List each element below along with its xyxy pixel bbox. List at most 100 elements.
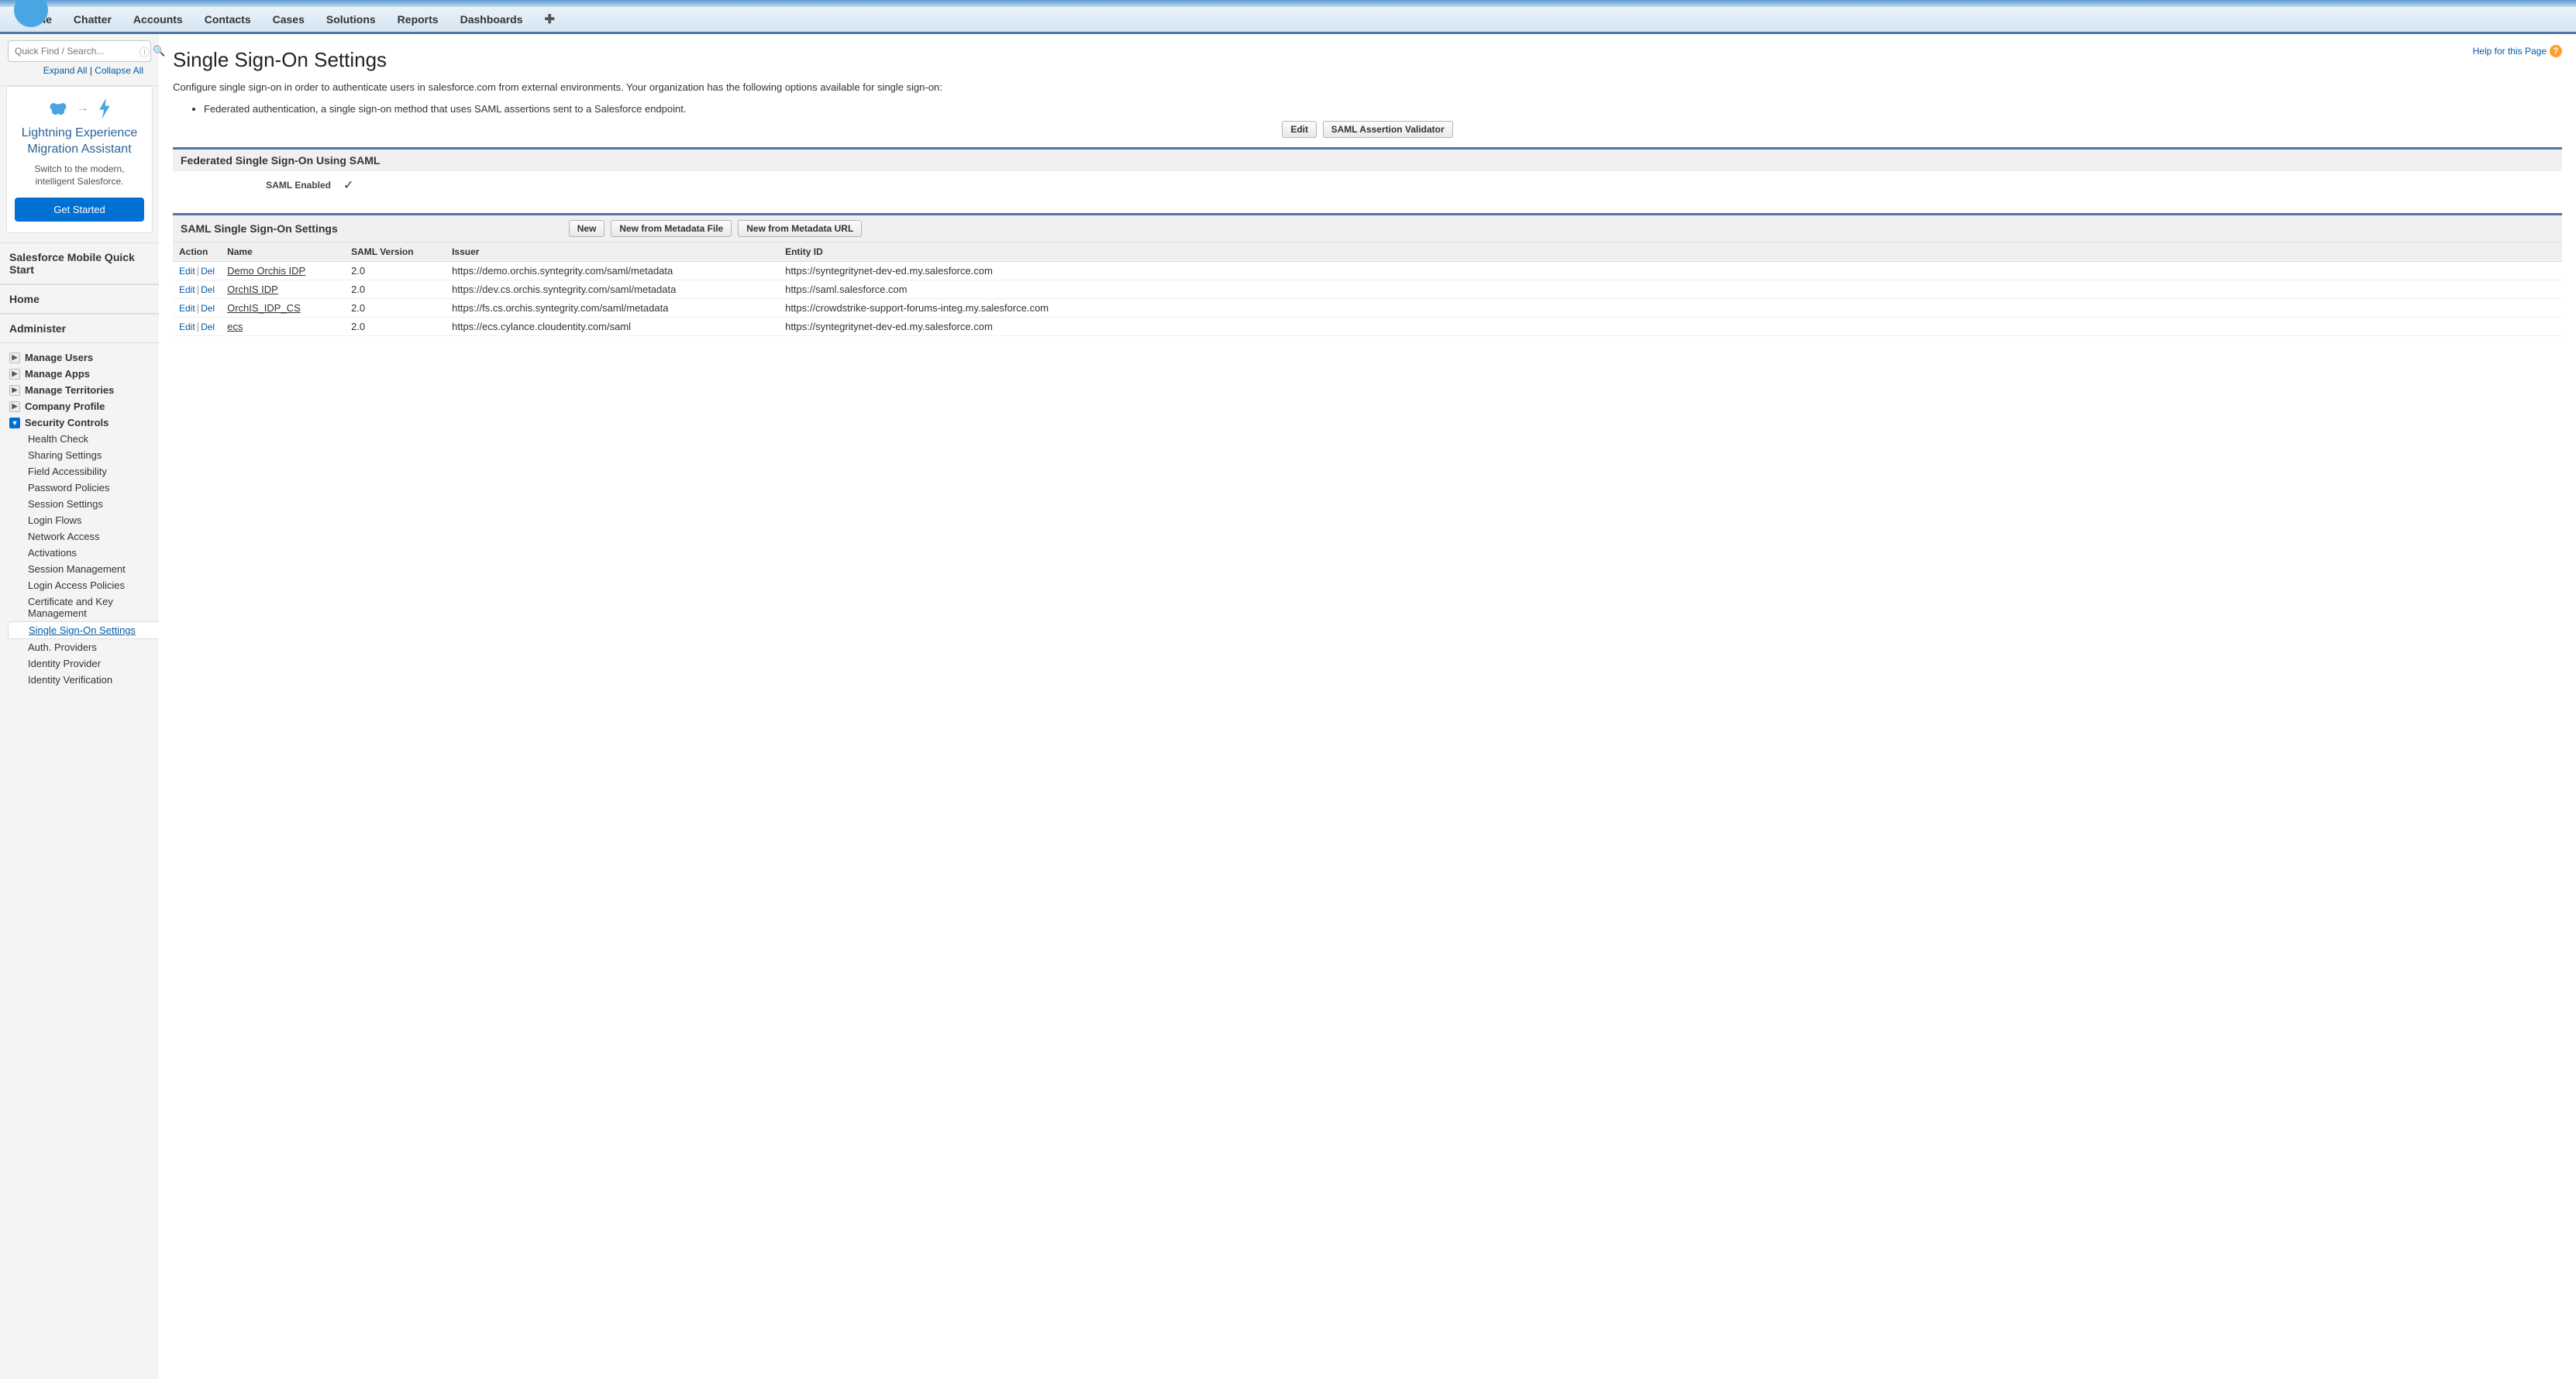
nav-identity-verification[interactable]: Identity Verification: [28, 672, 159, 688]
col-entity: Entity ID: [779, 242, 2562, 262]
nav-health-check[interactable]: Health Check: [28, 431, 159, 447]
tab-accounts[interactable]: Accounts: [122, 7, 194, 32]
row-edit-link[interactable]: Edit: [179, 266, 195, 277]
sidebar-home[interactable]: Home: [0, 284, 159, 314]
row-del-link[interactable]: Del: [201, 322, 215, 332]
row-entity: https://crowdstrike-support-forums-integ…: [779, 299, 2562, 318]
tree-manage-users[interactable]: ▶Manage Users: [0, 349, 159, 366]
row-issuer: https://fs.cs.orchis.syntegrity.com/saml…: [446, 299, 779, 318]
nav-identity-provider[interactable]: Identity Provider: [28, 655, 159, 672]
intro-bullet: Federated authentication, a single sign-…: [204, 103, 2562, 115]
col-issuer: Issuer: [446, 242, 779, 262]
new-from-file-button[interactable]: New from Metadata File: [611, 220, 732, 237]
get-started-button[interactable]: Get Started: [15, 198, 144, 222]
federated-section: Federated Single Sign-On Using SAML SAML…: [173, 147, 2562, 199]
new-from-url-button[interactable]: New from Metadata URL: [738, 220, 862, 237]
table-row: Edit|DelOrchIS IDP2.0https://dev.cs.orch…: [173, 280, 2562, 299]
top-nav-tabs: Home Chatter Accounts Contacts Cases Sol…: [0, 6, 2576, 34]
migration-card: → Lightning Experience Migration Assista…: [6, 86, 153, 233]
mobile-quick-start[interactable]: Salesforce Mobile Quick Start: [0, 242, 159, 284]
disclosure-icon: ▶: [9, 401, 20, 412]
tab-chatter[interactable]: Chatter: [63, 7, 122, 32]
tree-manage-apps[interactable]: ▶Manage Apps: [0, 366, 159, 382]
arrow-icon: →: [77, 101, 89, 115]
nav-field-accessibility[interactable]: Field Accessibility: [28, 463, 159, 480]
row-name-link[interactable]: OrchIS_IDP_CS: [227, 302, 301, 314]
federated-heading: Federated Single Sign-On Using SAML: [173, 150, 2562, 171]
row-name-link[interactable]: ecs: [227, 321, 243, 332]
row-issuer: https://ecs.cylance.cloudentity.com/saml: [446, 318, 779, 336]
row-entity: https://syntegritynet-dev-ed.my.salesfor…: [779, 318, 2562, 336]
tree-security-controls[interactable]: ▼Security Controls: [0, 414, 159, 431]
tab-solutions[interactable]: Solutions: [315, 7, 387, 32]
classic-cloud-icon: [47, 98, 69, 119]
row-version: 2.0: [345, 262, 446, 280]
new-button[interactable]: New: [569, 220, 605, 237]
check-icon: ✓: [343, 177, 353, 193]
disclosure-icon: ▶: [9, 369, 20, 380]
table-row: Edit|DelDemo Orchis IDP2.0https://demo.o…: [173, 262, 2562, 280]
search-input[interactable]: [12, 43, 138, 60]
edit-button[interactable]: Edit: [1282, 121, 1317, 138]
table-row: Edit|DelOrchIS_IDP_CS2.0https://fs.cs.or…: [173, 299, 2562, 318]
tab-reports[interactable]: Reports: [387, 7, 449, 32]
nav-auth-providers[interactable]: Auth. Providers: [28, 639, 159, 655]
nav-cert-key-management[interactable]: Certificate and Key Management: [28, 593, 159, 621]
nav-sharing-settings[interactable]: Sharing Settings: [28, 447, 159, 463]
saml-settings-heading: SAML Single Sign-On Settings: [181, 222, 338, 235]
lightning-icon: [97, 98, 112, 119]
row-version: 2.0: [345, 299, 446, 318]
row-edit-link[interactable]: Edit: [179, 303, 195, 314]
nav-session-management[interactable]: Session Management: [28, 561, 159, 577]
row-name-link[interactable]: Demo Orchis IDP: [227, 265, 305, 277]
tab-cases[interactable]: Cases: [262, 7, 315, 32]
col-action: Action: [173, 242, 221, 262]
help-icon: ?: [2550, 45, 2562, 57]
col-version: SAML Version: [345, 242, 446, 262]
nav-network-access[interactable]: Network Access: [28, 528, 159, 545]
collapse-all-link[interactable]: Collapse All: [95, 65, 143, 76]
tab-add[interactable]: ✚: [534, 7, 566, 32]
row-issuer: https://demo.orchis.syntegrity.com/saml/…: [446, 262, 779, 280]
nav-login-access-policies[interactable]: Login Access Policies: [28, 577, 159, 593]
expand-all-link[interactable]: Expand All: [43, 65, 88, 76]
nav-password-policies[interactable]: Password Policies: [28, 480, 159, 496]
saml-validator-button[interactable]: SAML Assertion Validator: [1323, 121, 1453, 138]
migration-subtitle: Switch to the modern, intelligent Salesf…: [15, 163, 144, 189]
nav-session-settings[interactable]: Session Settings: [28, 496, 159, 512]
tab-contacts[interactable]: Contacts: [194, 7, 262, 32]
row-name-link[interactable]: OrchIS IDP: [227, 284, 278, 295]
nav-sso-settings[interactable]: Single Sign-On Settings: [8, 621, 159, 639]
disclosure-open-icon: ▼: [9, 418, 20, 428]
saml-settings-section: SAML Single Sign-On Settings New New fro…: [173, 213, 2562, 336]
row-del-link[interactable]: Del: [201, 303, 215, 314]
tab-dashboards[interactable]: Dashboards: [449, 7, 534, 32]
migration-title: Lightning Experience Migration Assistant: [15, 126, 144, 158]
page-title: Single Sign-On Settings: [173, 48, 387, 72]
tree-company-profile[interactable]: ▶Company Profile: [0, 398, 159, 414]
quick-find-search[interactable]: ⓘ 🔍: [8, 40, 151, 62]
nav-activations[interactable]: Activations: [28, 545, 159, 561]
col-name: Name: [221, 242, 345, 262]
table-row: Edit|Delecs2.0https://ecs.cylance.cloude…: [173, 318, 2562, 336]
help-link[interactable]: Help for this Page ?: [2473, 45, 2562, 57]
nav-login-flows[interactable]: Login Flows: [28, 512, 159, 528]
tree-manage-territories[interactable]: ▶Manage Territories: [0, 382, 159, 398]
row-del-link[interactable]: Del: [201, 284, 215, 295]
row-del-link[interactable]: Del: [201, 266, 215, 277]
intro-text: Configure single sign-on in order to aut…: [173, 81, 2562, 93]
saml-table: Action Name SAML Version Issuer Entity I…: [173, 242, 2562, 336]
row-version: 2.0: [345, 280, 446, 299]
security-controls-children: Health Check Sharing Settings Field Acce…: [0, 431, 159, 688]
sidebar: ⓘ 🔍 Expand All | Collapse All → Lightnin…: [0, 34, 159, 1379]
row-entity: https://syntegritynet-dev-ed.my.salesfor…: [779, 262, 2562, 280]
row-issuer: https://dev.cs.orchis.syntegrity.com/sam…: [446, 280, 779, 299]
saml-enabled-label: SAML Enabled: [181, 180, 343, 191]
row-edit-link[interactable]: Edit: [179, 284, 195, 295]
disclosure-icon: ▶: [9, 352, 20, 363]
sidebar-administer: Administer: [0, 314, 159, 343]
disclosure-icon: ▶: [9, 385, 20, 396]
info-icon: ⓘ: [138, 44, 151, 59]
row-entity: https://saml.salesforce.com: [779, 280, 2562, 299]
row-edit-link[interactable]: Edit: [179, 322, 195, 332]
